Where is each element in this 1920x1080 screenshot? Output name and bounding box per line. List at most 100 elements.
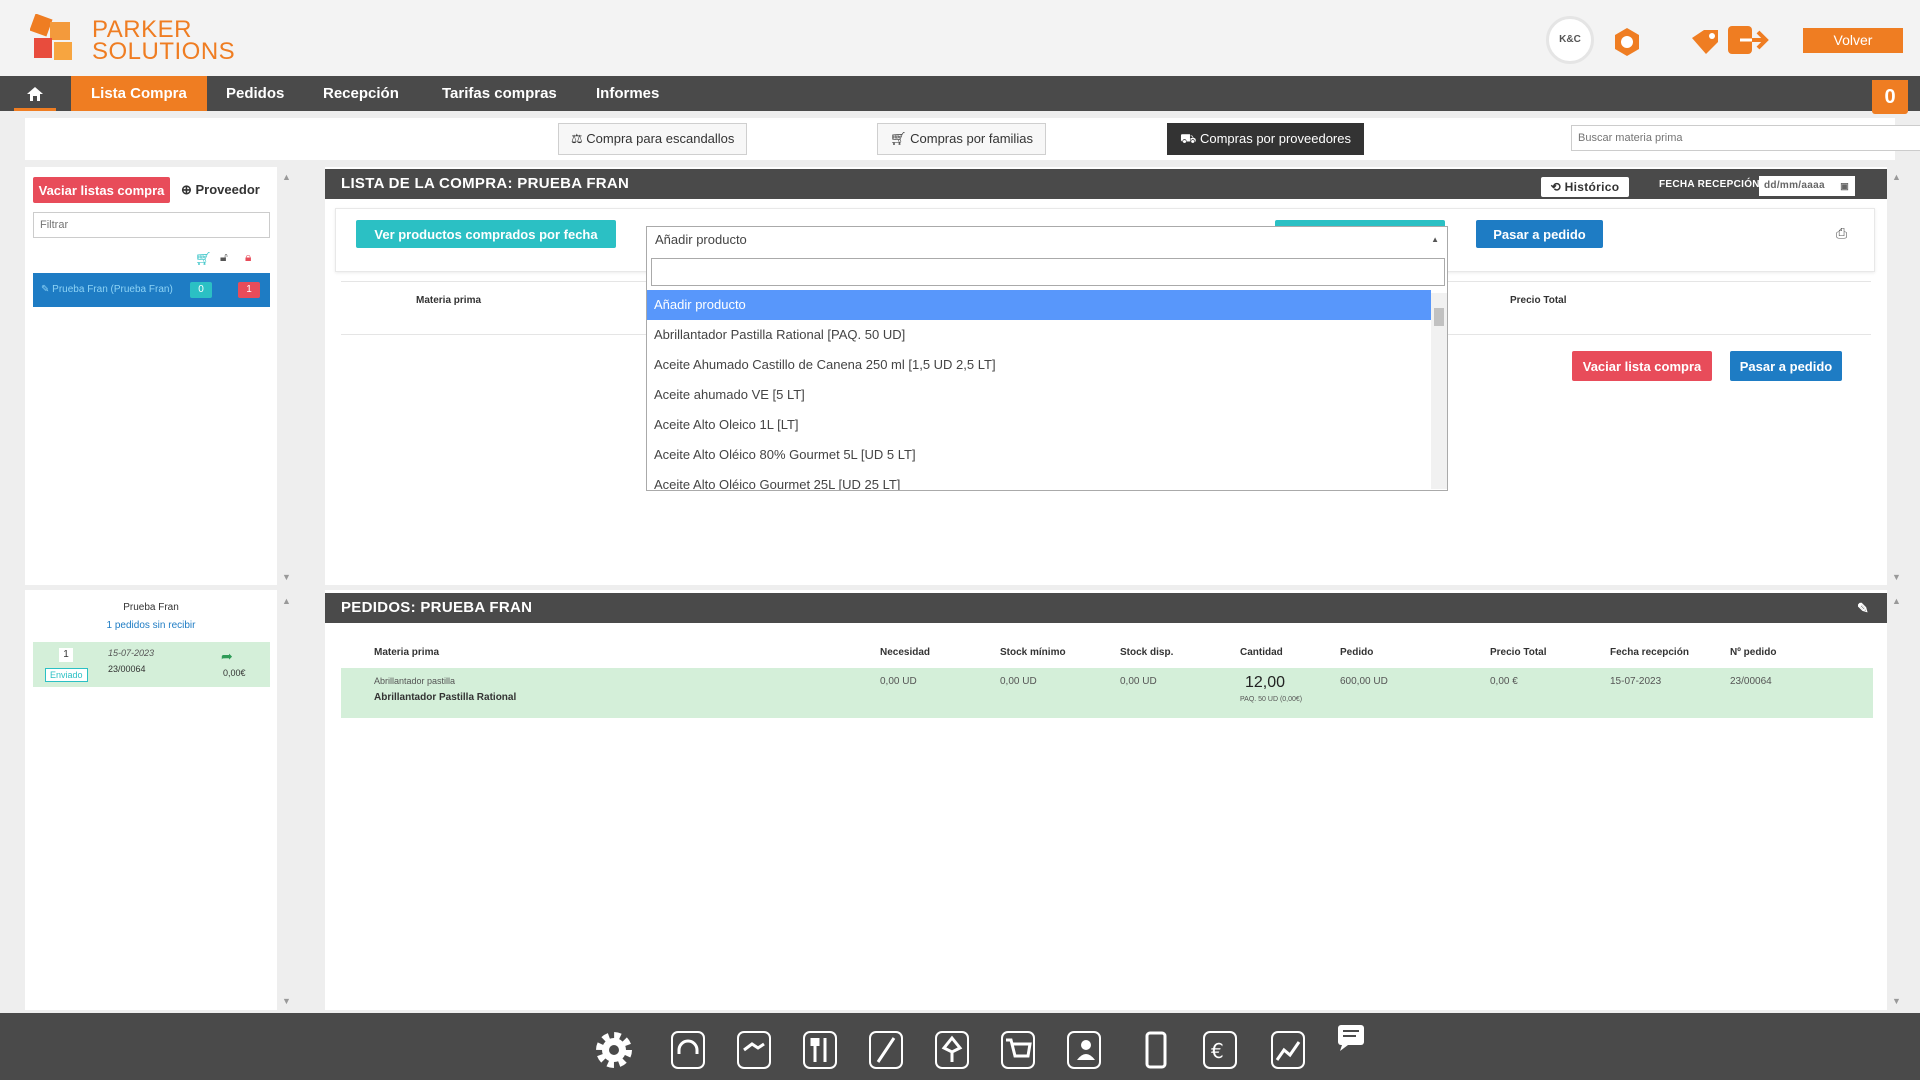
compras-familias-button[interactable]: 🛒︎ Compras por familias bbox=[877, 123, 1046, 155]
top-bar: PARKER SOLUTIONS K&C Volver bbox=[0, 0, 1920, 76]
proveedor-label: Proveedor bbox=[195, 182, 260, 197]
caret-up-icon: ▲ bbox=[1431, 235, 1439, 244]
brand-line2: SOLUTIONS bbox=[92, 38, 236, 65]
nav-recepcion[interactable]: Recepción bbox=[303, 76, 419, 111]
brand-name: PARKER SOLUTIONS bbox=[92, 18, 236, 65]
handshake-icon[interactable] bbox=[732, 1028, 776, 1072]
item-alert-badge: 1 bbox=[238, 282, 260, 298]
pending-orders-link[interactable]: 1 pedidos sin recibir bbox=[25, 620, 277, 631]
lock-icon[interactable]: 🔒︎ bbox=[245, 250, 251, 265]
bottom-app-bar: € bbox=[0, 1013, 1920, 1080]
gear-icon[interactable] bbox=[592, 1028, 636, 1072]
cart-count-badge[interactable]: 0 bbox=[1872, 80, 1908, 114]
order-card[interactable]: 1 Enviado 15-07-2023 23/00064 ➦ 0,00€ bbox=[33, 642, 270, 687]
row-stock-minimo: 0,00 UD bbox=[1000, 676, 1037, 687]
ver-productos-fecha-button[interactable]: Ver productos comprados por fecha bbox=[356, 220, 616, 248]
order-total: 0,00€ bbox=[223, 668, 246, 678]
filter-input[interactable] bbox=[33, 212, 270, 238]
pedidos-scroll-down[interactable]: ▼ bbox=[1892, 996, 1901, 1006]
main-nav: Lista Compra Pedidos Recepción Tarifas c… bbox=[0, 76, 1920, 111]
dropdown-option[interactable]: Aceite ahumado VE [5 LT] bbox=[647, 380, 1431, 410]
row-stock-disp: 0,00 UD bbox=[1120, 676, 1157, 687]
unlock-icon[interactable]: 🔓︎ bbox=[220, 250, 228, 265]
supplier-sidebar: Vaciar listas compra ⊕ Proveedor 🛒︎ 🔓︎ 🔒… bbox=[25, 167, 277, 585]
volver-button[interactable]: Volver bbox=[1803, 28, 1903, 53]
col-materia: Materia prima bbox=[374, 647, 440, 658]
nav-pedidos[interactable]: Pedidos bbox=[206, 76, 304, 111]
pin-icon[interactable] bbox=[930, 1028, 974, 1072]
panel-scroll-down[interactable]: ▼ bbox=[1892, 572, 1901, 582]
scale-icon: ⚖ bbox=[571, 131, 587, 146]
dropdown-scroll-thumb[interactable] bbox=[1434, 308, 1444, 326]
compras-proveedores-button[interactable]: ⛟ Compras por proveedores bbox=[1167, 123, 1364, 155]
headset-icon[interactable] bbox=[666, 1028, 710, 1072]
phone-icon[interactable] bbox=[1134, 1028, 1178, 1072]
calendar-icon: ▣ bbox=[1840, 181, 1849, 191]
settings-icon[interactable] bbox=[1612, 27, 1642, 57]
euro-icon[interactable]: € bbox=[1198, 1028, 1242, 1072]
chart-icon[interactable] bbox=[1266, 1028, 1310, 1072]
dropdown-option[interactable]: Aceite Alto Oléico Gourmet 25L [UD 25 LT… bbox=[647, 470, 1431, 490]
row-numero: 23/00064 bbox=[1730, 676, 1772, 687]
fecha-recepcion-input[interactable]: dd/mm/aaaa ▣ bbox=[1759, 176, 1855, 196]
print-icon[interactable]: ⎙ bbox=[1836, 225, 1847, 242]
add-product-select[interactable]: Añadir producto ▲ bbox=[646, 226, 1448, 254]
dropdown-option[interactable]: Aceite Ahumado Castillo de Canena 250 ml… bbox=[647, 350, 1431, 380]
cutlery-icon[interactable] bbox=[798, 1028, 842, 1072]
logout-icon[interactable] bbox=[1726, 24, 1770, 56]
scroll-up-arrow-2[interactable]: ▲ bbox=[282, 596, 291, 606]
row-cantidad[interactable]: 12,00 bbox=[1245, 674, 1285, 692]
col-stock-minimo: Stock mínimo bbox=[1000, 647, 1066, 658]
pedidos-scroll-up[interactable]: ▲ bbox=[1892, 596, 1901, 606]
dropdown-option[interactable]: Aceite Alto Oléico 80% Gourmet 5L [UD 5 … bbox=[647, 440, 1431, 470]
dropdown-search-input[interactable] bbox=[651, 258, 1445, 286]
search-materia-input[interactable] bbox=[1571, 125, 1920, 151]
avatar[interactable]: K&C bbox=[1546, 16, 1594, 64]
pen-icon[interactable] bbox=[864, 1028, 908, 1072]
vaciar-lista-button[interactable]: Vaciar lista compra bbox=[1572, 351, 1712, 381]
purchase-mode-bar: ⚖ Compra para escandallos 🛒︎ Compras por… bbox=[25, 118, 1920, 160]
dropdown-scrollbar[interactable] bbox=[1431, 293, 1447, 489]
pedidos-title: PEDIDOS: PRUEBA FRAN bbox=[341, 599, 533, 616]
pedidos-panel: PEDIDOS: PRUEBA FRAN ✎ Materia prima Nec… bbox=[325, 590, 1887, 1010]
edit-icon[interactable]: ✎ bbox=[1857, 593, 1869, 623]
table-row[interactable]: Abrillantador pastilla Abrillantador Pas… bbox=[341, 668, 1873, 718]
supplier-list-item[interactable]: ✎ Prueba Fran (Prueba Fran) 0 1 bbox=[33, 273, 270, 307]
col-precio-total-p: Precio Total bbox=[1490, 647, 1547, 658]
lista-panel-header: LISTA DE LA COMPRA: PRUEBA FRAN ⟲ Histór… bbox=[325, 169, 1887, 199]
order-date: 15-07-2023 bbox=[108, 648, 155, 658]
nav-tarifas-compras[interactable]: Tarifas compras bbox=[422, 76, 577, 111]
truck-icon: ⛟ bbox=[1180, 131, 1200, 146]
scroll-down-arrow-2[interactable]: ▼ bbox=[282, 996, 291, 1006]
pasar-a-pedido-button-2[interactable]: Pasar a pedido bbox=[1730, 351, 1842, 381]
tag-icon[interactable] bbox=[1690, 28, 1720, 56]
cart-icon[interactable] bbox=[996, 1028, 1040, 1072]
dropdown-option[interactable]: Abrillantador Pastilla Rational [PAQ. 50… bbox=[647, 320, 1431, 350]
row-pedido: 600,00 UD bbox=[1340, 676, 1388, 687]
scroll-up-arrow[interactable]: ▲ bbox=[282, 172, 291, 182]
chat-icon[interactable] bbox=[1332, 1021, 1376, 1065]
dropdown-option[interactable]: Aceite Alto Oleico 1L [LT] bbox=[647, 410, 1431, 440]
nav-informes[interactable]: Informes bbox=[576, 76, 679, 111]
dropdown-option[interactable]: Añadir producto bbox=[647, 290, 1431, 320]
panel-scroll-up[interactable]: ▲ bbox=[1892, 172, 1901, 182]
compra-escandallos-button[interactable]: ⚖ Compra para escandallos bbox=[558, 123, 748, 155]
select-value: Añadir producto bbox=[655, 232, 747, 247]
home-icon bbox=[27, 87, 43, 102]
brand-logo[interactable]: PARKER SOLUTIONS bbox=[30, 14, 235, 64]
proveedor-button[interactable]: ⊕ Proveedor bbox=[181, 177, 260, 203]
col-precio-total: Precio Total bbox=[1510, 295, 1567, 306]
row-precio: 0,00 € bbox=[1490, 676, 1518, 687]
nav-lista-compra[interactable]: Lista Compra bbox=[71, 76, 207, 111]
historico-button[interactable]: ⟲ Histórico bbox=[1541, 177, 1629, 197]
contacts-icon[interactable] bbox=[1062, 1028, 1106, 1072]
cart-filter-icon[interactable]: 🛒︎ bbox=[195, 251, 212, 267]
col-numero-pedido: Nº pedido bbox=[1730, 647, 1777, 658]
scroll-down-arrow[interactable]: ▼ bbox=[282, 572, 291, 582]
share-icon[interactable]: ➦ bbox=[221, 648, 233, 665]
row-materia: Abrillantador Pastilla Rational bbox=[374, 692, 517, 703]
lista-title: LISTA DE LA COMPRA: PRUEBA FRAN bbox=[341, 175, 630, 192]
vaciar-listas-button[interactable]: Vaciar listas compra bbox=[33, 177, 170, 203]
home-button[interactable] bbox=[14, 76, 56, 111]
pasar-a-pedido-button[interactable]: Pasar a pedido bbox=[1476, 220, 1603, 248]
